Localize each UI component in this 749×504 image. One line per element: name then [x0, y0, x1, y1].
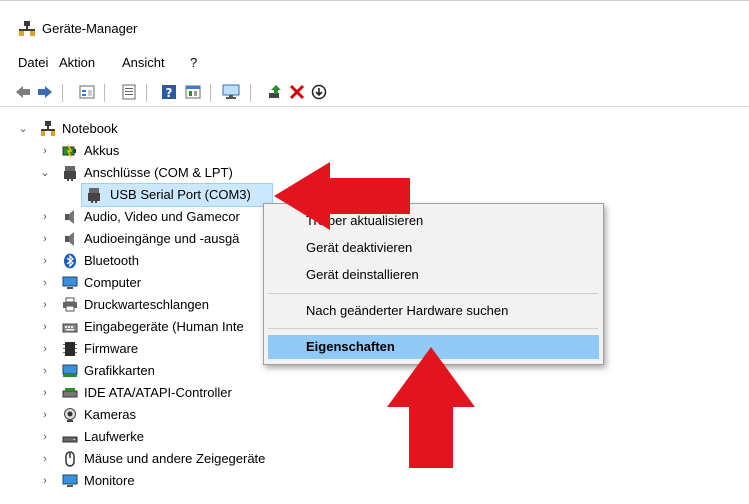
tree-item-label: Akkus [84, 143, 120, 158]
tree-item-usb-serial-port[interactable]: USB Serial Port (COM3) [81, 183, 273, 207]
battery-icon [62, 143, 78, 159]
tree-item-label: IDE ATA/ATAPI-Controller [84, 385, 232, 400]
chevron-right-icon[interactable]: › [38, 316, 52, 338]
properties-sheet-icon[interactable] [120, 83, 138, 101]
chevron-right-icon[interactable]: › [38, 426, 52, 448]
camera-icon [62, 407, 78, 423]
menu-separator [268, 328, 598, 329]
toolbar-separator [146, 84, 147, 102]
svg-text:?: ? [166, 86, 173, 100]
menu-ansicht[interactable]: Ansicht [122, 55, 165, 70]
chevron-right-icon[interactable]: › [38, 272, 52, 294]
tree-item-label: Monitore [84, 473, 135, 488]
menu-separator [268, 293, 598, 294]
view-icon[interactable] [184, 83, 202, 101]
menu-bar: Datei Aktion Ansicht ? [0, 52, 749, 72]
tree-item-label: Anschlüsse (COM & LPT) [84, 165, 233, 180]
toolbar: ? [0, 78, 749, 107]
keyboard-icon [62, 319, 78, 335]
chevron-right-icon[interactable]: › [38, 140, 52, 162]
menu-aktion[interactable]: Aktion [59, 55, 95, 70]
tree-item-label: Druckwarteschlangen [84, 297, 210, 312]
chevron-right-icon[interactable]: › [38, 382, 52, 404]
menu-item-label: Gerät deaktivieren [306, 240, 413, 255]
tree-item-label: Kameras [84, 407, 137, 422]
monitor-icon [62, 473, 78, 489]
toolbar-separator [210, 84, 211, 102]
chevron-down-icon[interactable]: ⌄ [38, 162, 52, 184]
menu-datei[interactable]: Datei [18, 55, 48, 70]
mouse-icon [62, 451, 78, 467]
tree-item-label: Bluetooth [84, 253, 139, 268]
chevron-right-icon[interactable]: › [38, 206, 52, 228]
bluetooth-icon [62, 253, 78, 269]
port-icon [62, 165, 78, 181]
tree-item-label: Audioeingänge und -ausgä [84, 231, 240, 246]
title-bar: Geräte-Manager [0, 0, 749, 45]
chevron-right-icon[interactable]: › [38, 404, 52, 426]
menu-item-disable-device[interactable]: Gerät deaktivieren [264, 236, 603, 260]
toolbar-separator [104, 84, 105, 102]
tree-item-label: Eingabegeräte (Human Inte [84, 319, 244, 334]
tree-item-label: Audio, Video und Gamecor [84, 209, 240, 224]
tree-item-label: Mäuse und andere Zeigegeräte [84, 451, 266, 466]
device-view-icon[interactable] [78, 83, 96, 101]
update-driver-icon[interactable] [266, 83, 284, 101]
chevron-right-icon[interactable]: › [38, 228, 52, 250]
menu-item-label: Nach geänderter Hardware suchen [306, 303, 509, 318]
toolbar-separator [250, 84, 251, 102]
display-adapter-icon [62, 363, 78, 379]
tree-item-label: Laufwerke [84, 429, 144, 444]
arrow-right-icon[interactable] [36, 83, 54, 101]
menu-item-label: Eigenschaften [306, 339, 395, 354]
chevron-right-icon[interactable]: › [38, 470, 52, 492]
printer-icon [62, 297, 78, 313]
chevron-right-icon[interactable]: › [38, 338, 52, 360]
toolbar-separator [62, 84, 63, 102]
speaker-icon [62, 209, 78, 225]
menu-item-scan-hardware[interactable]: Nach geänderter Hardware suchen [264, 299, 603, 323]
device-manager-icon [18, 21, 36, 40]
arrow-left-icon[interactable] [14, 83, 32, 101]
tree-item-label: USB Serial Port (COM3) [110, 187, 251, 202]
chevron-right-icon[interactable]: › [38, 448, 52, 470]
tree-item-label: Notebook [62, 121, 118, 136]
menu-help[interactable]: ? [190, 55, 197, 70]
chevron-right-icon[interactable]: › [38, 250, 52, 272]
chevron-down-icon[interactable]: ⌄ [16, 118, 30, 140]
download-circle-icon[interactable] [310, 83, 328, 101]
window-title: Geräte-Manager [42, 21, 138, 36]
red-arrow-left-icon [274, 162, 410, 230]
drive-icon [62, 429, 78, 445]
help-icon[interactable]: ? [160, 83, 178, 101]
speaker-icon [62, 231, 78, 247]
monitor-icon [62, 275, 78, 291]
menu-item-label: Gerät deinstallieren [306, 267, 419, 282]
storage-controller-icon [62, 385, 78, 401]
red-arrow-up-icon [387, 347, 475, 468]
tree-item-label: Firmware [84, 341, 139, 356]
port-icon [86, 187, 102, 203]
remove-icon[interactable] [288, 83, 306, 101]
tree-item-label: Computer [84, 275, 142, 290]
chevron-right-icon[interactable]: › [38, 360, 52, 382]
menu-item-uninstall-device[interactable]: Gerät deinstallieren [264, 263, 603, 287]
computer-root-icon [40, 121, 56, 137]
tree-item-label: Grafikkarten [84, 363, 155, 378]
chevron-right-icon[interactable]: › [38, 294, 52, 316]
chip-icon [62, 341, 78, 357]
scan-hardware-icon[interactable] [222, 83, 240, 101]
